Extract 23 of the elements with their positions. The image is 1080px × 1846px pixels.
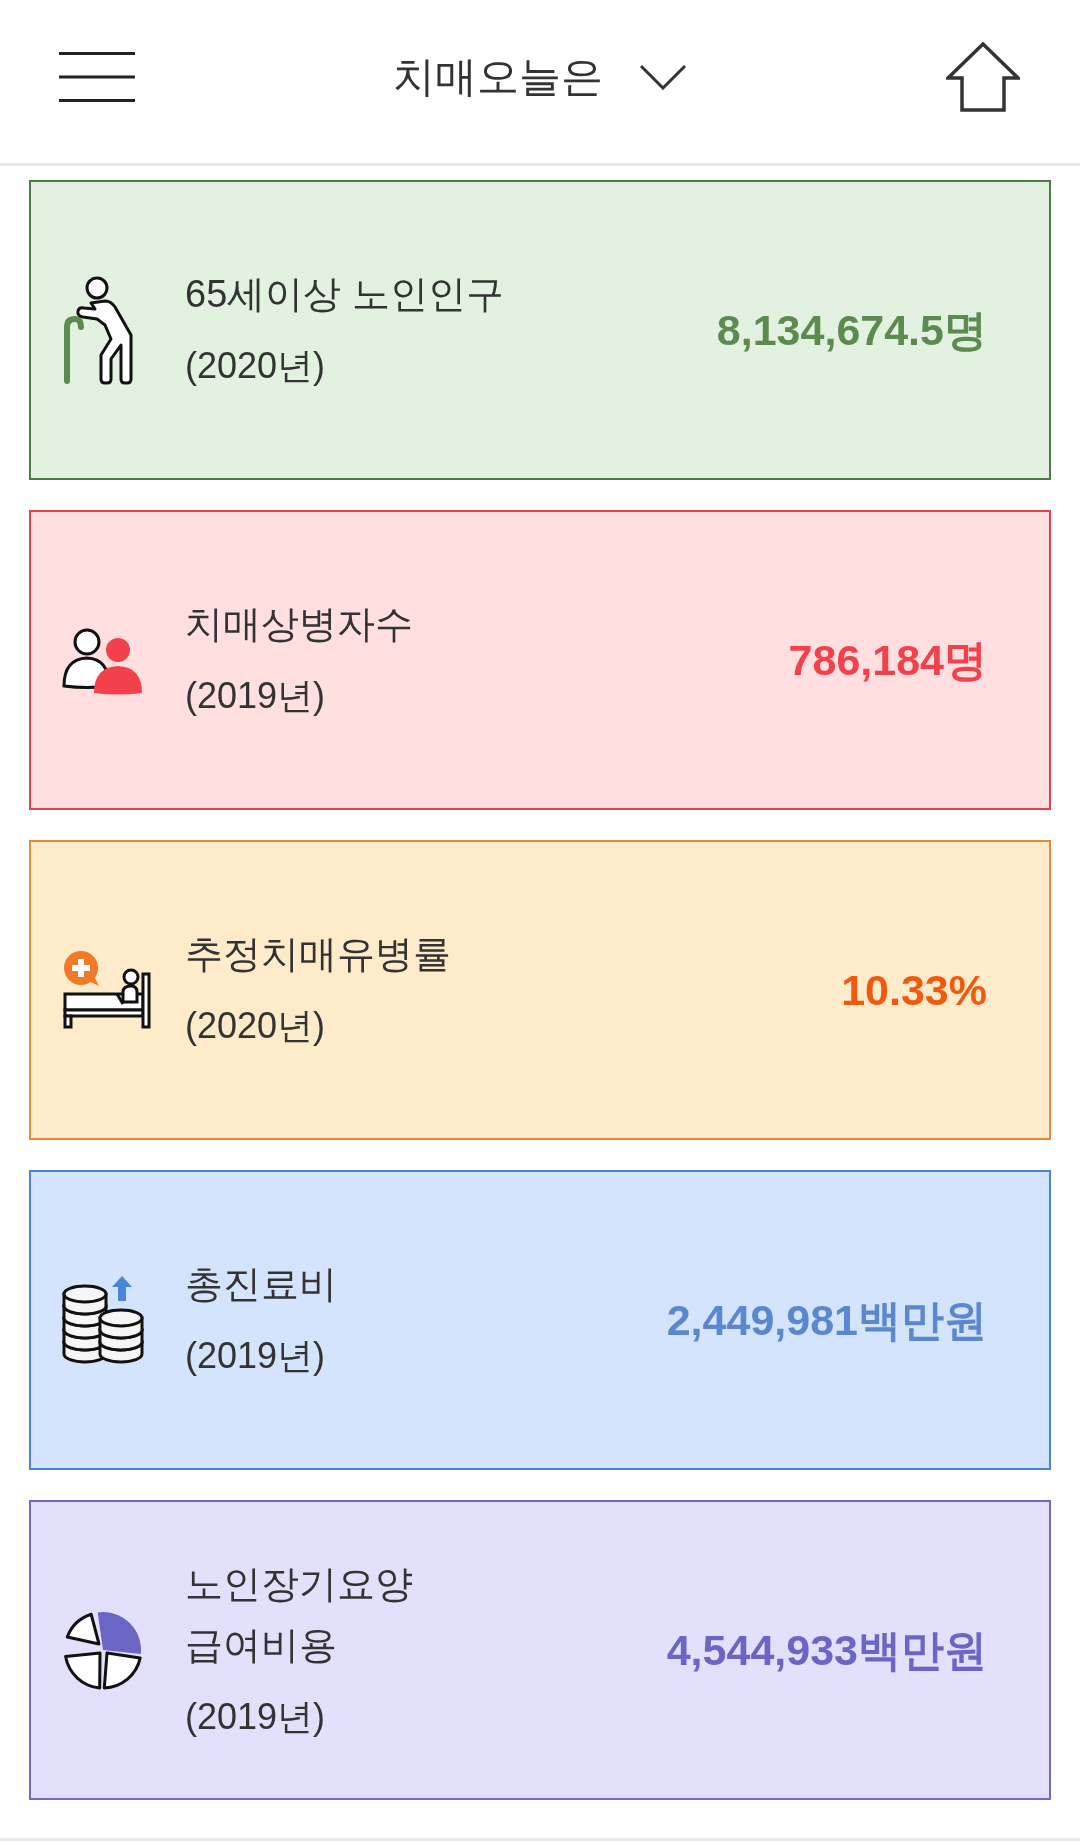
stat-value: 8,134,674.5명 xyxy=(716,304,987,356)
stat-value: 4,544,933백만원 xyxy=(666,1624,987,1676)
home-button[interactable] xyxy=(945,40,1021,113)
stat-title: 추정치매유병률 xyxy=(185,932,451,977)
stat-year: (2019년) xyxy=(185,1694,326,1739)
menu-icon xyxy=(59,51,135,102)
elderly-with-cane-icon xyxy=(61,275,135,385)
stat-title: 노인장기요양 급여비용 xyxy=(185,1561,413,1668)
stat-title: 치매상병자수 xyxy=(185,602,413,647)
home-icon xyxy=(946,41,1020,112)
chevron-down-icon xyxy=(639,63,687,90)
stat-title: 총진료비 xyxy=(185,1262,337,1307)
stat-year: (2019년) xyxy=(185,1334,326,1378)
stat-year: (2020년) xyxy=(185,1004,326,1048)
stat-year: (2019년) xyxy=(185,674,326,718)
patient-bed-icon xyxy=(61,950,153,1030)
stat-title: 65세이상 노인인구 xyxy=(185,272,504,317)
stat-value: 10.33% xyxy=(841,964,987,1016)
stat-value: 2,449,981백만원 xyxy=(666,1294,987,1346)
stat-year: (2020년) xyxy=(185,344,326,388)
coin-stacks-icon xyxy=(61,1276,145,1364)
stat-value: 786,184명 xyxy=(788,634,987,686)
title-dropdown[interactable]: 치매오늘은 xyxy=(393,55,687,98)
